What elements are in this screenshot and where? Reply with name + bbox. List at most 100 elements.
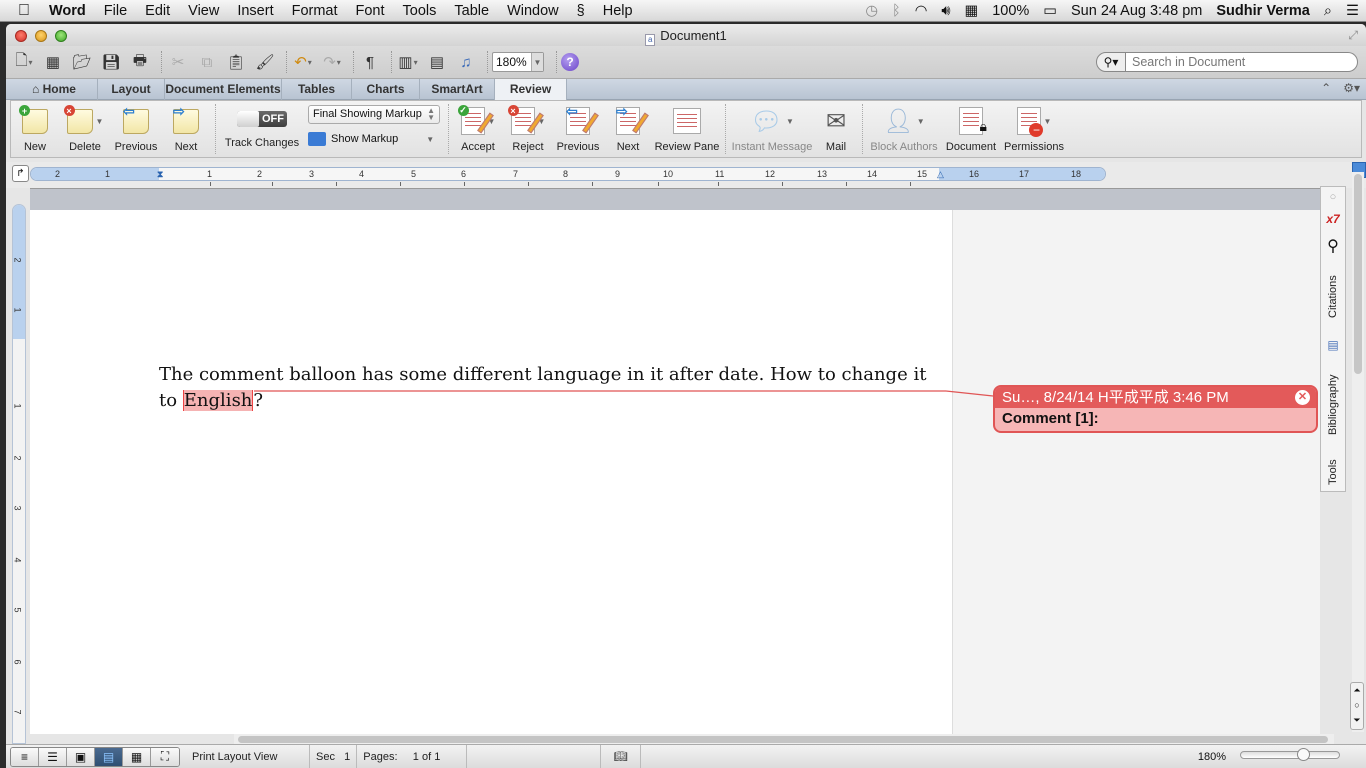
vertical-scrollbar[interactable] bbox=[1352, 172, 1364, 732]
show-paragraph-marks-icon[interactable]: ¶ bbox=[358, 51, 382, 73]
media-browser-icon[interactable]: ♫ bbox=[454, 51, 478, 73]
save-icon[interactable]: 💾︎ bbox=[99, 51, 123, 73]
menu-edit[interactable]: Edit bbox=[136, 0, 179, 22]
tab-review[interactable]: Review bbox=[495, 79, 567, 100]
markup-display-select[interactable]: Final Showing Markup ▲ ▼ bbox=[308, 105, 440, 124]
notebook-layout-icon[interactable]: ▦ bbox=[123, 747, 151, 766]
tab-bibliography[interactable]: Bibliography bbox=[1321, 361, 1345, 449]
ribbon-settings-icon[interactable]: ⚙▾ bbox=[1343, 81, 1360, 95]
format-painter-icon[interactable]: 🖌︎ bbox=[253, 51, 277, 73]
document-body[interactable]: The comment balloon has some different l… bbox=[159, 362, 939, 414]
chevron-down-icon[interactable]: ▼ bbox=[1044, 117, 1052, 126]
menu-file[interactable]: File bbox=[95, 0, 136, 22]
toolbox-icon[interactable]: ▤ bbox=[425, 51, 449, 73]
track-changes-button[interactable]: OFF Track Changes bbox=[220, 101, 304, 157]
next-page-icon[interactable]: ⏷ bbox=[1351, 713, 1363, 728]
calendar-icon[interactable]: ▦ bbox=[957, 0, 985, 22]
next-comment-button[interactable]: ⇨ Next bbox=[161, 101, 211, 157]
show-markup-button[interactable]: Show Markup ▼ bbox=[308, 132, 444, 146]
formula-icon[interactable]: x7 bbox=[1321, 209, 1345, 229]
app-menu[interactable]: Word bbox=[40, 0, 95, 22]
comment-balloon[interactable]: Su…, 8/24/14 H平成平成 3:46 PM ✕ Comment [1]: bbox=[993, 385, 1318, 433]
previous-page-icon[interactable]: ⏶ bbox=[1351, 683, 1363, 698]
close-comment-icon[interactable]: ✕ bbox=[1295, 390, 1310, 405]
script-menu-icon[interactable]: § bbox=[568, 0, 594, 22]
tab-tables[interactable]: Tables bbox=[282, 79, 352, 100]
scroll-thumb[interactable] bbox=[238, 736, 1328, 743]
clock[interactable]: Sun 24 Aug 3:48 pm bbox=[1064, 0, 1209, 22]
fullscreen-icon[interactable]: ⤢ bbox=[1348, 28, 1358, 43]
tab-tools[interactable]: Tools bbox=[1321, 455, 1345, 489]
tab-smartart[interactable]: SmartArt bbox=[420, 79, 495, 100]
search-icon[interactable]: ⚲ bbox=[1321, 235, 1345, 257]
document-protection-button[interactable]: 🔒︎ Document bbox=[941, 101, 1001, 157]
chevron-down-icon[interactable]: ▼ bbox=[96, 117, 104, 126]
tab-stop-selector[interactable]: ↱ bbox=[12, 165, 29, 182]
tab-citations[interactable]: Citations bbox=[1321, 263, 1345, 331]
comment-body[interactable]: Comment [1]: bbox=[995, 408, 1316, 430]
chevron-down-icon[interactable]: ▼ bbox=[531, 53, 543, 71]
draft-view-icon[interactable]: ≡ bbox=[11, 747, 39, 766]
menu-window[interactable]: Window bbox=[498, 0, 568, 22]
accept-button[interactable]: ✓ ▼ Accept bbox=[453, 101, 503, 157]
review-pane-button[interactable]: Review Pane bbox=[653, 101, 721, 157]
tab-document-elements[interactable]: Document Elements bbox=[165, 79, 282, 100]
print-icon[interactable]: 🖶 bbox=[128, 51, 152, 73]
instant-message-button[interactable]: 💬︎ ▼ Instant Message bbox=[730, 101, 814, 157]
mail-button[interactable]: ✉ Mail bbox=[814, 101, 858, 157]
cut-icon[interactable]: ✂ bbox=[166, 51, 190, 73]
horizontal-scrollbar[interactable] bbox=[234, 734, 1334, 744]
menu-format[interactable]: Format bbox=[283, 0, 347, 22]
gallery-icon[interactable]: ▦ bbox=[41, 51, 65, 73]
battery-icon[interactable]: ▭ bbox=[1036, 0, 1064, 22]
new-comment-button[interactable]: + New bbox=[11, 101, 59, 157]
right-indent-marker-icon[interactable]: △ bbox=[937, 168, 944, 180]
menu-font[interactable]: Font bbox=[347, 0, 394, 22]
block-authors-button[interactable]: 👤︎ ▼ Block Authors bbox=[867, 101, 941, 157]
chevron-down-icon[interactable]: ▼ bbox=[917, 117, 925, 126]
bluetooth-icon[interactable]: ᛒ bbox=[885, 0, 908, 22]
notification-center-icon[interactable]: ☰ bbox=[1339, 0, 1366, 22]
time-machine-icon[interactable]: ◷ bbox=[858, 0, 885, 22]
zoom-select[interactable]: 180% ▼ bbox=[492, 52, 544, 72]
reject-button[interactable]: × ▼ Reject bbox=[503, 101, 553, 157]
tab-home[interactable]: ⌂ Home bbox=[11, 79, 98, 100]
zoom-slider-handle[interactable] bbox=[1297, 748, 1310, 761]
publishing-layout-icon[interactable]: ▣ bbox=[67, 747, 95, 766]
tab-charts[interactable]: Charts bbox=[352, 79, 420, 100]
collapse-ribbon-icon[interactable]: ⌃ bbox=[1321, 81, 1331, 95]
vertical-ruler[interactable]: 2 1 1 2 3 4 5 6 7 bbox=[12, 204, 26, 744]
spelling-check-icon[interactable]: 📖︎ bbox=[601, 744, 642, 768]
apple-menu-icon[interactable]:  bbox=[0, 0, 40, 22]
chevron-down-icon[interactable]: ▼ bbox=[426, 135, 434, 144]
battery-percent[interactable]: 100% bbox=[985, 0, 1036, 22]
redo-icon[interactable]: ↷ bbox=[320, 51, 344, 73]
user-name[interactable]: Sudhir Verma bbox=[1209, 0, 1316, 22]
previous-change-button[interactable]: ⇦ Previous bbox=[553, 101, 603, 157]
menu-tools[interactable]: Tools bbox=[394, 0, 446, 22]
sidebar-toggle-icon[interactable]: ▥ bbox=[396, 51, 420, 73]
previous-comment-button[interactable]: ⇦ Previous bbox=[111, 101, 161, 157]
outline-view-icon[interactable]: ☰ bbox=[39, 747, 67, 766]
indent-marker-icon[interactable]: ⧗ bbox=[157, 168, 163, 180]
document-page[interactable]: The comment balloon has some different l… bbox=[30, 210, 952, 734]
delete-comment-button[interactable]: × ▼ Delete bbox=[59, 101, 111, 157]
tab-layout[interactable]: Layout bbox=[98, 79, 165, 100]
menu-insert[interactable]: Insert bbox=[228, 0, 282, 22]
menu-help[interactable]: Help bbox=[594, 0, 642, 22]
copy-icon[interactable]: ⧉ bbox=[195, 51, 219, 73]
new-document-icon[interactable]: 🗋 bbox=[12, 51, 36, 73]
undo-icon[interactable]: ↶ bbox=[291, 51, 315, 73]
scroll-thumb[interactable] bbox=[1354, 174, 1362, 374]
menu-view[interactable]: View bbox=[179, 0, 228, 22]
horizontal-ruler[interactable]: 2 1 ⧗ 1 2 3 4 5 6 7 8 9 10 11 12 13 14 1… bbox=[30, 167, 1106, 181]
track-changes-toggle[interactable]: OFF bbox=[237, 111, 287, 127]
zoom-slider[interactable] bbox=[1240, 748, 1340, 761]
menu-table[interactable]: Table bbox=[445, 0, 498, 22]
help-button[interactable]: ? bbox=[561, 53, 579, 71]
commented-text[interactable]: English bbox=[182, 390, 254, 411]
full-screen-icon[interactable]: ⛶ bbox=[151, 747, 179, 766]
paste-icon[interactable]: 📋︎ bbox=[224, 51, 248, 73]
search-icon[interactable]: ⚲▾ bbox=[1096, 52, 1126, 72]
browse-object-icon[interactable]: ○ bbox=[1351, 698, 1363, 713]
